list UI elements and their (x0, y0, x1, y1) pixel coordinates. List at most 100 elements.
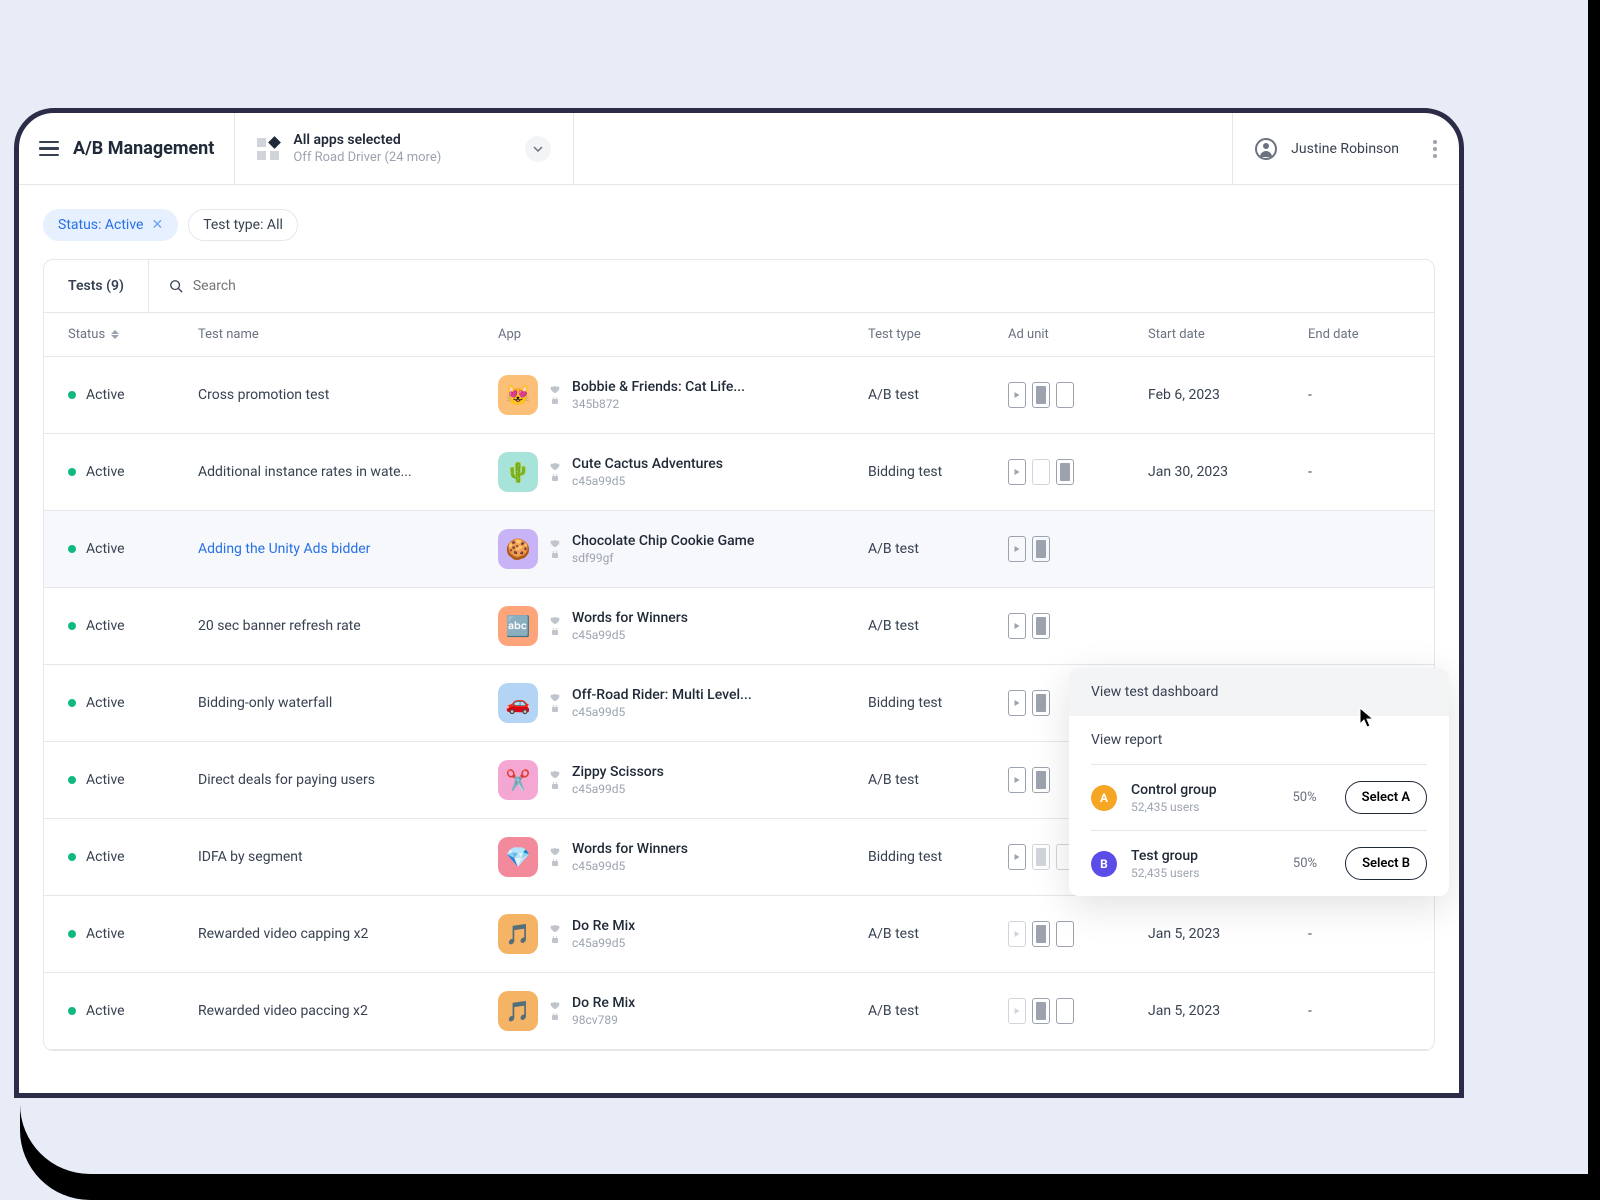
status-label: Active (86, 772, 125, 788)
platform-icons (550, 461, 560, 483)
app-id: sdf99gf (572, 551, 754, 565)
status-cell: Active (68, 926, 198, 942)
apple-icon (550, 692, 560, 702)
platform-icons (550, 538, 560, 560)
test-name[interactable]: Adding the Unity Ads bidder (198, 541, 498, 557)
col-test-type[interactable]: Test type (868, 327, 1008, 342)
status-dot-icon (68, 622, 76, 630)
platform-icons (550, 692, 560, 714)
filter-chip-status[interactable]: Status: Active ✕ (43, 209, 178, 241)
table-row[interactable]: Active Rewarded video paccing x2 🎵 Do Re… (44, 973, 1434, 1050)
app-id: c45a99d5 (572, 705, 752, 719)
col-app[interactable]: App (498, 327, 868, 342)
select-group-button[interactable]: Select A (1345, 781, 1427, 814)
ad-unit-icon (1032, 690, 1050, 716)
status-cell: Active (68, 772, 198, 788)
col-test-name[interactable]: Test name (198, 327, 498, 342)
status-cell: Active (68, 387, 198, 403)
android-icon (550, 704, 560, 714)
app-icon: 🎵 (498, 914, 538, 954)
test-type: A/B test (868, 1003, 1008, 1019)
apps-grid-icon (257, 138, 279, 160)
app-selector[interactable]: All apps selected Off Road Driver (24 mo… (234, 113, 574, 184)
tab-tests[interactable]: Tests (9) (44, 260, 149, 312)
apple-icon (550, 1000, 560, 1010)
start-date: Jan 30, 2023 (1148, 464, 1308, 480)
group-users: 52,435 users (1131, 866, 1200, 880)
status-dot-icon (68, 1007, 76, 1015)
test-name: Direct deals for paying users (198, 772, 498, 788)
col-start-date[interactable]: Start date (1148, 327, 1308, 342)
app-selector-title: All apps selected (293, 132, 441, 148)
test-name: Additional instance rates in wate... (198, 464, 498, 480)
platform-icons (550, 384, 560, 406)
table-row[interactable]: Active Additional instance rates in wate… (44, 434, 1434, 511)
cursor-icon (1359, 707, 1375, 733)
status-cell: Active (68, 849, 198, 865)
menu-view-report[interactable]: View report (1069, 716, 1449, 764)
table-row[interactable]: Active 20 sec banner refresh rate 🔤 Word… (44, 588, 1434, 665)
app-icon: 🔤 (498, 606, 538, 646)
ad-unit-icon (1032, 613, 1050, 639)
status-label: Active (86, 926, 125, 942)
end-date: - (1308, 464, 1410, 480)
ad-unit-icon (1056, 998, 1074, 1024)
android-icon (550, 627, 560, 637)
app-cell: 🌵 Cute Cactus Adventures c45a99d5 (498, 452, 868, 492)
status-dot-icon (68, 776, 76, 784)
menu-view-dashboard[interactable]: View test dashboard (1069, 668, 1449, 716)
android-icon (550, 473, 560, 483)
filter-chip-test-type[interactable]: Test type: All (188, 209, 298, 241)
kebab-menu-icon[interactable] (1433, 140, 1437, 158)
ad-unit-icon (1032, 536, 1050, 562)
ad-unit-icon (1032, 844, 1050, 870)
group-row: A Control group 52,435 users 50% Select … (1091, 764, 1427, 830)
test-type: Bidding test (868, 695, 1008, 711)
test-name: Cross promotion test (198, 387, 498, 403)
close-icon[interactable]: ✕ (151, 217, 163, 233)
status-dot-icon (68, 699, 76, 707)
ad-unit-icon (1008, 921, 1026, 947)
android-icon (550, 858, 560, 868)
app-name: Words for Winners (572, 610, 688, 626)
start-date: Jan 5, 2023 (1148, 1003, 1308, 1019)
row-context-menu: View test dashboard View report A Contro… (1069, 668, 1449, 896)
col-end-date[interactable]: End date (1308, 327, 1410, 342)
col-ad-unit[interactable]: Ad unit (1008, 327, 1148, 342)
filter-chip-label: Test type: All (203, 217, 283, 233)
search-input[interactable] (193, 278, 1414, 294)
menu-icon[interactable] (39, 141, 59, 157)
app-selector-subtitle: Off Road Driver (24 more) (293, 150, 441, 165)
status-label: Active (86, 387, 125, 403)
select-group-button[interactable]: Select B (1345, 847, 1427, 880)
ad-unit-icon (1008, 690, 1026, 716)
page-title: A/B Management (73, 138, 214, 159)
user-name: Justine Robinson (1291, 141, 1399, 157)
col-status[interactable]: Status (68, 327, 198, 342)
end-date: - (1308, 926, 1410, 942)
sort-icon (111, 330, 119, 339)
table-row[interactable]: Active Cross promotion test 😻 Bobbie & F… (44, 357, 1434, 434)
app-name: Zippy Scissors (572, 764, 664, 780)
ad-unit-icon (1056, 459, 1074, 485)
status-cell: Active (68, 695, 198, 711)
table-row[interactable]: Active Rewarded video capping x2 🎵 Do Re… (44, 896, 1434, 973)
filter-bar: Status: Active ✕ Test type: All (19, 185, 1459, 259)
app-cell: 🍪 Chocolate Chip Cookie Game sdf99gf (498, 529, 868, 569)
app-cell: 🎵 Do Re Mix c45a99d5 (498, 914, 868, 954)
tests-table: Tests (9) Status Test name App Test type… (43, 259, 1435, 1051)
apple-icon (550, 538, 560, 548)
status-dot-icon (68, 391, 76, 399)
app-cell: 🎵 Do Re Mix 98cv789 (498, 991, 868, 1031)
test-type: A/B test (868, 541, 1008, 557)
test-name: Rewarded video capping x2 (198, 926, 498, 942)
user-avatar-icon[interactable] (1255, 138, 1277, 160)
app-icon: 😻 (498, 375, 538, 415)
ad-units (1008, 459, 1148, 485)
app-icon: 🍪 (498, 529, 538, 569)
ad-unit-icon (1008, 536, 1026, 562)
chevron-down-icon[interactable] (525, 136, 551, 162)
table-row[interactable]: Active Adding the Unity Ads bidder 🍪 Cho… (44, 511, 1434, 588)
status-cell: Active (68, 464, 198, 480)
group-name: Test group (1131, 848, 1200, 864)
